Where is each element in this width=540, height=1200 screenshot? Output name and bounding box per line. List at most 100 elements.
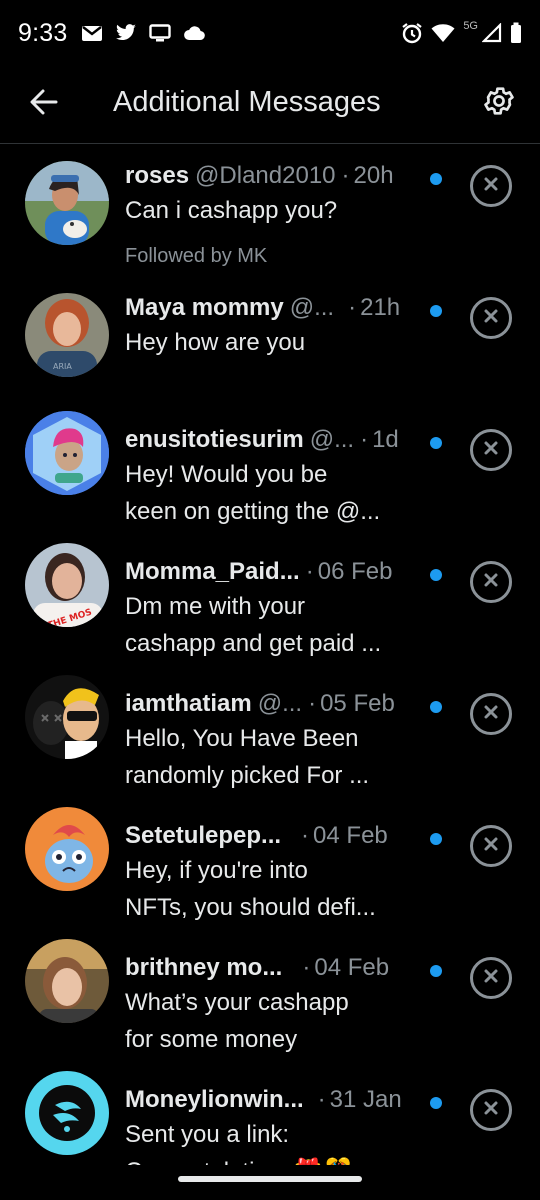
message-preview-line: randomly picked For ... [125,762,370,789]
unread-indicator [430,833,442,845]
dismiss-button[interactable] [470,693,512,735]
status-time: 9:33 [18,18,68,47]
unread-indicator [430,437,442,449]
avatar[interactable]: THE MOS [25,543,109,627]
avatar[interactable]: ARIA [25,293,109,377]
settings-button[interactable] [478,82,520,124]
dismiss-button[interactable] [470,957,512,999]
unread-indicator [430,569,442,581]
unread-indicator [430,1097,442,1109]
separator-dot: · [308,690,317,717]
close-icon [483,308,499,329]
dismiss-button[interactable] [470,1089,512,1131]
message-preview-line: Hello, You Have Been [125,725,359,752]
message-request-row[interactable]: brithney mo... · 04 Feb What’s your cash… [0,937,540,1069]
message-preview-line: What’s your cashapp [125,989,349,1016]
message-preview-line: NFTs, you should defi... [125,894,376,921]
timestamp: 20h [353,162,394,189]
battery-icon [510,22,522,44]
sender-name: Maya mommy [125,294,284,321]
message-preview-line: Can i cashapp you? [125,197,338,224]
cast-icon [149,24,172,42]
separator-dot: · [348,294,357,321]
message-request-row[interactable]: Setetulepep... · 04 Feb Hey, if you're i… [0,805,540,937]
separator-dot: · [317,1086,326,1113]
close-icon [483,440,499,461]
sender-handle: @... [257,690,303,717]
followed-by-label: Followed by MK [125,245,268,267]
wifi-icon [431,23,455,43]
sender-handle: @... [309,426,355,453]
avatar[interactable] [25,807,109,891]
avatar[interactable] [25,675,109,759]
timestamp: 05 Feb [320,690,395,717]
system-icons: 5G [401,20,522,44]
sender-name: Setetulepep... [125,822,282,849]
svg-text:ARIA: ARIA [53,362,72,371]
notification-icons [81,24,206,42]
page-title: Additional Messages [113,86,381,118]
message-preview-line: Dm me with your [125,593,306,620]
timestamp: 04 Feb [314,954,390,981]
message-preview-line: Congratulations🎁🎊 ... [125,1154,455,1165]
close-icon [483,572,499,593]
back-arrow-icon [30,89,58,120]
message-request-row[interactable]: enusitotiesurim @... · 1d Hey! Would you… [0,409,540,541]
sender-handle: @Dland2010 [195,162,336,189]
message-preview-line: Hey, if you're into [125,857,308,884]
home-gesture-bar[interactable] [178,1176,362,1182]
close-icon [483,968,499,989]
network-type-label: 5G [463,20,478,32]
timestamp: 1d [372,426,399,453]
avatar[interactable] [25,411,109,495]
dismiss-button[interactable] [470,429,512,471]
close-icon [483,704,499,725]
dismiss-button[interactable] [470,561,512,603]
separator-dot: · [341,162,350,189]
signal-icon [482,23,502,43]
message-request-row[interactable]: THE MOS Momma_Paid... · 06 Feb Dm me wit… [0,541,540,673]
message-preview-line: Hey! Would you be [125,461,328,488]
timestamp: 31 Jan [329,1086,402,1113]
avatar[interactable] [25,1071,109,1155]
sender-name: iamthatiam [125,690,252,717]
message-request-row[interactable]: Moneylionwin... · 31 Jan Sent you a link… [0,1069,540,1165]
sender-name: brithney mo... [125,954,283,981]
unread-indicator [430,965,442,977]
alarm-icon [401,22,423,44]
timestamp: 06 Feb [317,558,393,585]
back-button[interactable] [24,84,64,124]
message-preview-line: Sent you a link: [125,1121,290,1148]
unread-indicator [430,701,442,713]
separator-dot: · [305,558,314,585]
cloud-icon [183,25,206,41]
message-request-row[interactable]: ARIA Maya mommy @... · 21h Hey how are y… [0,277,540,409]
separator-dot: · [360,426,369,453]
dismiss-button[interactable] [470,825,512,867]
avatar[interactable] [25,161,109,245]
sender-name: roses [125,162,190,189]
separator-dot: · [302,954,311,981]
message-preview-line: keen on getting the @... [125,498,381,525]
close-icon [483,836,499,857]
timestamp: 04 Feb [313,822,388,849]
message-preview-line: Hey how are you [125,329,306,356]
sender-name: Moneylionwin... [125,1086,304,1113]
unread-indicator [430,173,442,185]
sender-name: Momma_Paid... [125,558,300,585]
message-request-list: roses @Dland2010 · 20h Can i cashapp you… [0,145,540,1165]
unread-indicator [430,305,442,317]
message-request-row[interactable]: roses @Dland2010 · 20h Can i cashapp you… [0,145,540,277]
message-preview-line: cashapp and get paid ... [125,630,382,657]
close-icon [483,1100,499,1121]
message-request-row[interactable]: iamthatiam @... · 05 Feb Hello, You Have… [0,673,540,805]
close-icon [483,176,499,197]
separator-dot: · [301,822,310,849]
sender-handle: @... [289,294,335,321]
sender-name: enusitotiesurim [125,426,304,453]
dismiss-button[interactable] [470,165,512,207]
dismiss-button[interactable] [470,297,512,339]
timestamp: 21h [360,294,401,321]
avatar[interactable] [25,939,109,1023]
gmail-icon [81,25,103,42]
